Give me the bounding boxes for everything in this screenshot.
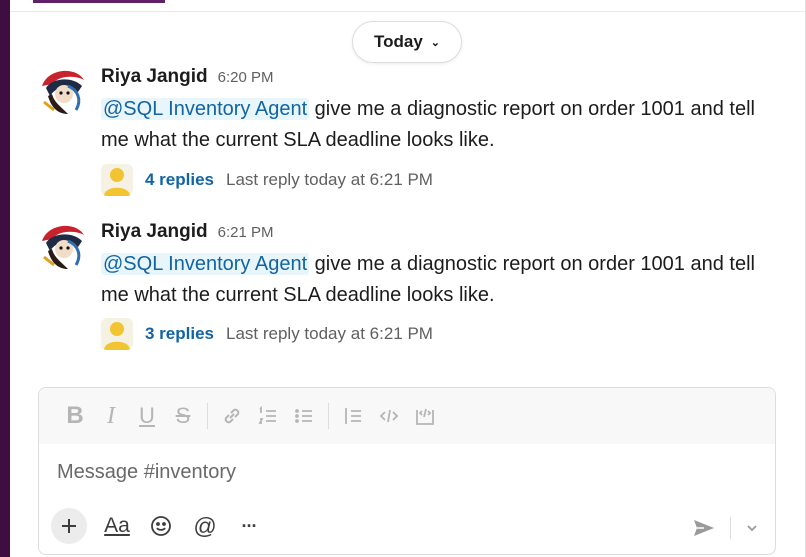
emoji-icon: [151, 516, 171, 536]
code-icon[interactable]: [371, 400, 407, 432]
code-block-icon[interactable]: [407, 400, 443, 432]
at-icon: @: [193, 512, 217, 539]
replies-link[interactable]: 2 replies: [145, 15, 214, 35]
reply-avatar: [101, 164, 133, 196]
timestamp[interactable]: 6:21 PM: [218, 224, 274, 241]
toolbar-divider: [207, 403, 208, 429]
message-input[interactable]: [57, 460, 657, 484]
reply-avatar: [101, 9, 133, 41]
user-mention[interactable]: @SQL Inventory Agent: [101, 253, 310, 275]
link-icon[interactable]: [214, 400, 250, 432]
toolbar-divider: [328, 403, 329, 429]
composer-actions: Aa @ ···: [39, 498, 775, 554]
thread-summary[interactable]: 3 replies Last reply today at 6:21 PM: [101, 318, 433, 350]
bulleted-list-icon[interactable]: [286, 400, 322, 432]
underline-icon[interactable]: U: [129, 400, 165, 432]
chevron-down-icon: ⌄: [430, 36, 441, 49]
mention-button[interactable]: @: [185, 508, 225, 544]
message-header: Riya Jangid 6:21 PM: [101, 221, 781, 247]
message-text: @SQL Inventory Agent give me a diagnosti…: [101, 94, 781, 156]
thread-summary[interactable]: 4 replies Last reply today at 6:21 PM: [101, 164, 433, 196]
send-controls: [692, 516, 759, 540]
message-body: Riya Jangid 6:20 PM @SQL Inventory Agent…: [101, 66, 781, 156]
message-body: Riya Jangid 6:21 PM @SQL Inventory Agent…: [101, 221, 781, 311]
message-text: @SQL Inventory Agent give me a diagnosti…: [101, 249, 781, 311]
send-icon[interactable]: [692, 516, 716, 540]
formatting-toolbar: B I U S: [39, 388, 775, 444]
chevron-down-icon[interactable]: [745, 521, 759, 535]
date-label: Today: [373, 32, 423, 51]
avatar[interactable]: [38, 221, 88, 271]
message-header: Riya Jangid 6:20 PM: [101, 66, 781, 92]
replies-link[interactable]: 3 replies: [145, 324, 214, 344]
last-reply-text: Last reply today at 6:21 PM: [226, 170, 433, 189]
strikethrough-icon[interactable]: S: [165, 400, 201, 432]
underline-glyph: U: [139, 403, 155, 428]
date-divider-button[interactable]: Today ⌄: [352, 21, 462, 63]
more-actions-button[interactable]: ···: [229, 508, 269, 544]
send-divider: [730, 517, 731, 539]
ordered-list-icon[interactable]: [250, 400, 286, 432]
strike-glyph: S: [175, 403, 191, 428]
italic-glyph: I: [107, 402, 115, 429]
last-reply-text: Last reply today at 6:21 PM: [226, 324, 433, 343]
bold-glyph: B: [66, 402, 84, 429]
author-name[interactable]: Riya Jangid: [101, 66, 208, 88]
replies-link[interactable]: 4 replies: [145, 170, 214, 190]
timestamp[interactable]: 6:20 PM: [218, 69, 274, 86]
text-format-icon: Aa: [104, 514, 130, 537]
blockquote-icon[interactable]: [335, 400, 371, 432]
user-mention[interactable]: @SQL Inventory Agent: [101, 98, 310, 120]
message-composer: B I U S Aa @: [38, 387, 776, 555]
plus-icon: [62, 519, 76, 533]
attach-button[interactable]: [51, 508, 87, 544]
avatar[interactable]: [38, 66, 88, 116]
text-format-button[interactable]: Aa: [97, 508, 137, 544]
workspace-sidebar-edge: [0, 0, 10, 557]
active-tab-indicator: [33, 0, 165, 3]
ellipsis-icon: ···: [241, 515, 258, 536]
italic-icon[interactable]: I: [93, 400, 129, 432]
author-name[interactable]: Riya Jangid: [101, 221, 208, 243]
emoji-button[interactable]: [141, 508, 181, 544]
message-input-area: [39, 444, 775, 500]
bold-icon[interactable]: B: [57, 400, 93, 432]
reply-avatar: [101, 318, 133, 350]
